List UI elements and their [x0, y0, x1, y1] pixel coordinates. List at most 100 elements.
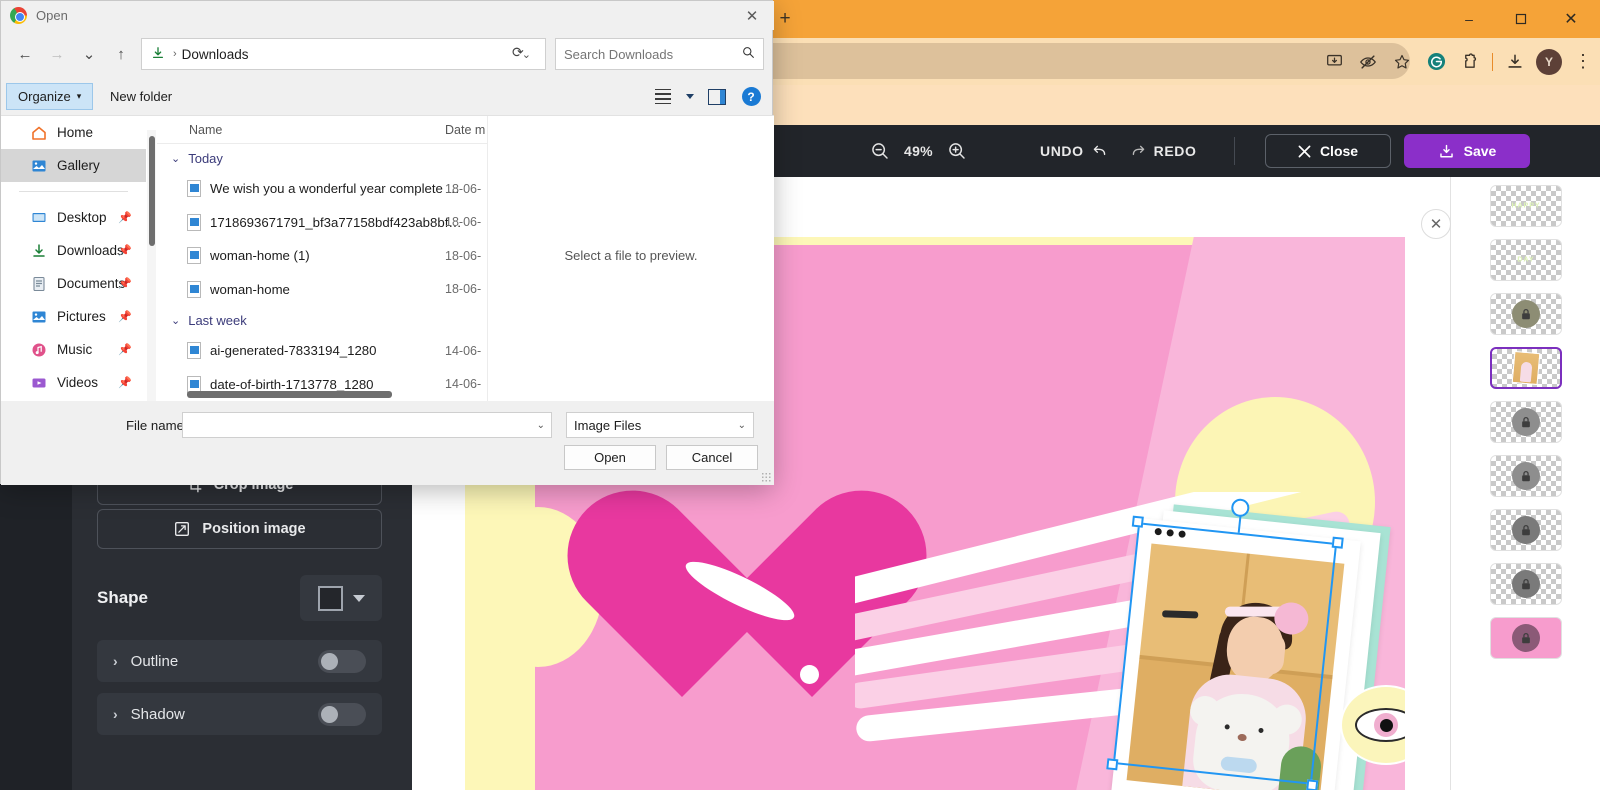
position-image-button[interactable]: Position image	[97, 509, 382, 549]
hide-password-icon[interactable]	[1351, 42, 1385, 82]
cancel-button[interactable]: Cancel	[666, 445, 758, 470]
redo-button[interactable]: REDO	[1130, 143, 1197, 159]
outline-toggle[interactable]	[318, 649, 366, 673]
pin-icon[interactable]: 📌	[118, 244, 132, 257]
sidebar-item-gallery[interactable]: Gallery	[1, 149, 146, 182]
file-name-dropdown-caret-icon[interactable]: ⌄	[537, 420, 545, 431]
install-app-icon[interactable]	[1317, 42, 1351, 82]
outline-label: Outline	[130, 652, 179, 670]
file-name-cell: We wish you a wonderful year complete …	[210, 181, 460, 197]
pin-icon[interactable]: 📌	[118, 211, 132, 224]
organize-button[interactable]: Organize ▾	[6, 83, 94, 110]
shape-swatch	[317, 585, 343, 611]
pin-icon[interactable]: 📌	[118, 343, 132, 356]
sidebar-item-home[interactable]: Home	[1, 116, 146, 149]
sidebar-item-pictures[interactable]: Pictures 📌	[1, 300, 146, 333]
file-name-field[interactable]: ⌄	[182, 412, 552, 438]
shape-picker-button[interactable]	[300, 575, 382, 621]
photo-card-stack[interactable]	[1085, 504, 1405, 790]
back-button[interactable]: ←	[9, 38, 41, 70]
breadcrumb-current-folder[interactable]: Downloads	[182, 47, 249, 62]
file-group-header[interactable]: ⌄ Today	[157, 144, 487, 172]
window-close-button[interactable]: ✕	[1548, 0, 1594, 38]
breadcrumb-separator: ›	[173, 48, 177, 60]
desktop-icon	[31, 210, 47, 226]
shadow-accordion[interactable]: › Shadow	[97, 693, 382, 735]
sidebar-item-desktop[interactable]: Desktop 📌	[1, 201, 146, 234]
file-list-row[interactable]: woman-home 18-06-	[157, 273, 487, 307]
save-button[interactable]: Save	[1404, 134, 1530, 168]
preview-pane-icon[interactable]	[702, 82, 732, 111]
sidebar-item-videos[interactable]: Videos 📌	[1, 366, 146, 399]
file-list[interactable]: Name Date m ⌄ Today We wish you a wonderfu…	[157, 116, 487, 401]
dialog-close-button[interactable]: ✕	[730, 1, 774, 30]
layer-text-1[interactable]: HAPPY	[1490, 185, 1562, 227]
file-list-horizontal-scrollbar[interactable]	[187, 391, 487, 399]
close-button[interactable]: Close	[1265, 134, 1391, 168]
open-button[interactable]: Open	[564, 445, 656, 470]
sidebar-item-downloads[interactable]: Downloads 📌	[1, 234, 146, 267]
extensions-puzzle-icon[interactable]	[1453, 42, 1487, 82]
pin-icon[interactable]: 📌	[118, 310, 132, 323]
outline-accordion[interactable]: › Outline	[97, 640, 382, 682]
file-name-input[interactable]	[189, 417, 529, 433]
new-tab-button[interactable]: +	[775, 9, 795, 29]
save-icon	[1439, 144, 1453, 157]
layer-background[interactable]	[1490, 617, 1562, 659]
preview-pane: Select a file to preview.	[487, 116, 774, 401]
window-minimize-button[interactable]: –	[1446, 0, 1492, 38]
layers-panel: ✕ HAPPY DAY	[1421, 177, 1600, 790]
chrome-menu-icon[interactable]: ⋮	[1566, 42, 1600, 82]
layer-locked-2[interactable]	[1490, 401, 1562, 443]
column-header-date[interactable]: Date m	[445, 123, 485, 137]
view-list-icon[interactable]	[648, 82, 678, 111]
profile-avatar[interactable]: Y	[1532, 42, 1566, 82]
file-list-row[interactable]: ai-generated-7833194_1280 14-06-	[157, 334, 487, 368]
view-options-caret-icon[interactable]	[682, 82, 698, 111]
downloads-icon	[31, 243, 47, 259]
layer-locked-4[interactable]	[1490, 509, 1562, 551]
breadcrumb-address-bar[interactable]: › Downloads ⌄	[141, 38, 546, 70]
downloads-icon[interactable]	[1498, 42, 1532, 82]
photo-card-front[interactable]	[1111, 518, 1361, 790]
file-type-select[interactable]: Image Files ⌄	[566, 412, 754, 438]
bookmark-star-icon[interactable]	[1385, 42, 1419, 82]
undo-button[interactable]: UNDO	[1040, 143, 1108, 159]
column-header-name[interactable]: Name	[189, 123, 222, 137]
file-list-row[interactable]: 1718693671791_bf3a77158bdf423ab8bf… 18-06…	[157, 206, 487, 240]
up-one-level-button[interactable]: ↑	[105, 38, 137, 70]
search-input[interactable]	[564, 46, 734, 62]
layer-locked-1[interactable]	[1490, 293, 1562, 335]
file-list-row[interactable]: woman-home (1) 18-06-	[157, 239, 487, 273]
lock-icon	[1512, 300, 1540, 328]
layer-locked-3[interactable]	[1490, 455, 1562, 497]
sidebar-scrollbar[interactable]	[147, 130, 156, 401]
file-list-rows: ⌄ Today We wish you a wonderful year compl…	[157, 144, 487, 401]
layer-photo[interactable]	[1490, 347, 1562, 389]
layer-thumb-text: HAPPY	[1511, 202, 1541, 210]
help-icon[interactable]: ?	[736, 82, 766, 111]
pin-icon[interactable]: 📌	[118, 376, 132, 389]
layers-panel-close-button[interactable]: ✕	[1421, 209, 1451, 239]
window-maximize-button[interactable]	[1498, 0, 1544, 38]
recent-locations-button[interactable]: ⌄	[73, 38, 105, 70]
sidebar-item-documents[interactable]: Documents 📌	[1, 267, 146, 300]
file-name-label: File name:	[126, 418, 188, 433]
zoom-in-button[interactable]	[947, 141, 967, 161]
sidebar-item-music[interactable]: Music 📌	[1, 333, 146, 366]
pin-icon[interactable]: 📌	[118, 277, 132, 290]
search-box[interactable]	[555, 38, 764, 70]
shadow-toggle[interactable]	[318, 702, 366, 726]
refresh-button[interactable]: ⟳	[512, 44, 524, 61]
browser-toolbar-icons: Y ⋮	[1317, 38, 1600, 85]
photo-image[interactable]	[1126, 543, 1345, 790]
file-group-header[interactable]: ⌄ Last week	[157, 306, 487, 334]
undo-redo-controls: UNDO REDO	[1040, 143, 1196, 159]
file-list-row[interactable]: We wish you a wonderful year complete … 1…	[157, 172, 487, 206]
zoom-out-button[interactable]	[870, 141, 890, 161]
dialog-resize-grip[interactable]	[761, 472, 771, 482]
layer-text-2[interactable]: DAY	[1490, 239, 1562, 281]
new-folder-button[interactable]: New folder	[99, 83, 183, 110]
grammarly-icon[interactable]	[1419, 42, 1453, 82]
layer-locked-5[interactable]	[1490, 563, 1562, 605]
